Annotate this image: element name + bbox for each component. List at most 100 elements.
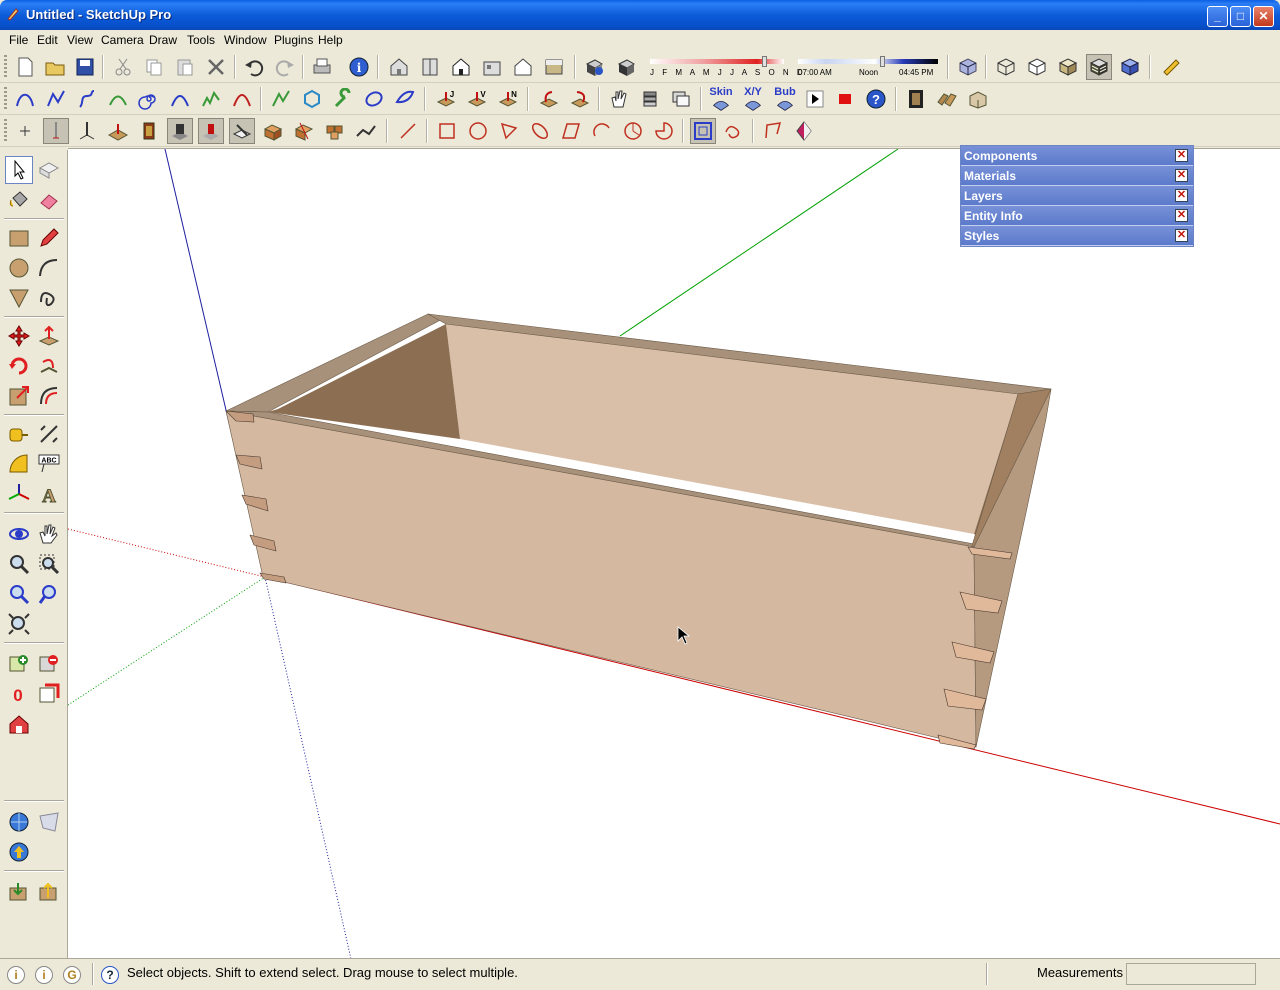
orbit-icon[interactable] [5, 520, 33, 548]
download-component-icon[interactable] [5, 878, 33, 906]
erase-icon[interactable] [203, 54, 229, 80]
extrude-j-icon[interactable]: J [433, 86, 459, 112]
credits-icon[interactable]: i [35, 966, 53, 984]
axes-icon[interactable] [5, 480, 33, 508]
shadow-time-slider[interactable]: 07:00 AM Noon 04:45 PM [796, 54, 942, 80]
paint-bucket-icon[interactable] [5, 186, 33, 214]
right-view-icon[interactable] [479, 54, 505, 80]
menu-draw[interactable]: Draw [149, 33, 177, 47]
menu-help[interactable]: Help [318, 33, 343, 47]
3d-text-icon[interactable]: A [35, 480, 63, 508]
new-icon[interactable] [12, 54, 38, 80]
menu-tools[interactable]: Tools [187, 33, 215, 47]
surface-point-icon[interactable] [105, 118, 131, 144]
catenary-icon[interactable] [229, 86, 255, 112]
monochrome-icon[interactable] [1117, 54, 1143, 80]
zoom-icon[interactable] [5, 550, 33, 578]
extrude-path-icon[interactable] [567, 86, 593, 112]
save-icon[interactable] [72, 54, 98, 80]
extrude-v-icon[interactable]: V [464, 86, 490, 112]
close-button[interactable]: ✕ [1253, 6, 1274, 27]
date-slider-thumb[interactable] [762, 56, 767, 67]
toolbar-grip[interactable] [4, 55, 7, 79]
toggle-terrain-icon[interactable]: 0 [5, 680, 33, 708]
chair-tool-icon[interactable] [167, 118, 193, 144]
freehand-curve-icon[interactable] [198, 86, 224, 112]
polygon-icon[interactable] [299, 86, 325, 112]
minimize-button[interactable]: _ [1207, 6, 1228, 27]
model-viewport[interactable] [68, 148, 1280, 958]
move-icon[interactable] [5, 322, 33, 350]
make-component-icon[interactable] [35, 156, 63, 184]
display-shadows-icon[interactable] [613, 54, 639, 80]
shadow-settings-icon[interactable] [581, 54, 607, 80]
segment-polyline-icon[interactable] [268, 86, 294, 112]
ellipse-draw-icon[interactable] [527, 118, 553, 144]
parallelogram-icon[interactable] [558, 118, 584, 144]
close-entity-info-icon[interactable]: ✕ [1175, 209, 1188, 222]
close-components-icon[interactable]: ✕ [1175, 149, 1188, 162]
previous-view-icon[interactable] [5, 580, 33, 608]
print-icon[interactable] [309, 54, 335, 80]
geolocation-icon[interactable]: i [7, 966, 25, 984]
bub-plugin-button[interactable]: Bub [770, 86, 800, 112]
rectangle-tool-icon[interactable] [5, 224, 33, 252]
scale-icon[interactable] [5, 382, 33, 410]
select-icon[interactable] [5, 156, 33, 184]
shaded-icon[interactable] [1055, 54, 1081, 80]
pie-icon[interactable] [651, 118, 677, 144]
toolbar-grip[interactable] [4, 87, 7, 111]
user-icon[interactable]: G [63, 966, 81, 984]
upload-model-icon[interactable] [5, 838, 33, 866]
layers-panel[interactable]: Layers ✕ [961, 186, 1193, 206]
back-view-icon[interactable] [510, 54, 536, 80]
close-materials-icon[interactable]: ✕ [1175, 169, 1188, 182]
tape-measure-plugin-icon[interactable] [1158, 54, 1184, 80]
play-icon[interactable] [802, 86, 828, 112]
help-plugin-icon[interactable]: ? [863, 86, 889, 112]
photo-textures-icon[interactable] [35, 680, 63, 708]
next-view-icon[interactable] [35, 580, 63, 608]
ellipse-icon[interactable] [361, 86, 387, 112]
toolbar-grip[interactable] [4, 119, 7, 143]
pan-hand-icon[interactable] [35, 520, 63, 548]
styles-panel[interactable]: Styles ✕ [961, 226, 1193, 246]
offset-icon[interactable] [690, 118, 716, 144]
measurements-input[interactable] [1126, 963, 1256, 985]
pin-tool-icon[interactable] [74, 118, 100, 144]
top-view-icon[interactable] [417, 54, 443, 80]
polygon-tool-icon[interactable] [5, 284, 33, 312]
shaded-textures-icon[interactable] [1086, 54, 1112, 80]
wooden-box-model[interactable] [225, 313, 1052, 750]
wood-planks-icon[interactable] [934, 86, 960, 112]
close-layers-icon[interactable]: ✕ [1175, 189, 1188, 202]
spiral-icon[interactable] [136, 86, 162, 112]
arc-tool-icon[interactable] [35, 254, 63, 282]
vertical-line-icon[interactable] [43, 118, 69, 144]
rotate-icon[interactable] [5, 352, 33, 380]
menu-view[interactable]: View [67, 33, 93, 47]
extrude-curve-icon[interactable] [536, 86, 562, 112]
curve-icon[interactable] [167, 86, 193, 112]
share-model-icon[interactable] [35, 808, 63, 836]
wrench-icon[interactable] [330, 86, 356, 112]
pencil-icon[interactable] [35, 224, 63, 252]
open-icon[interactable] [42, 54, 68, 80]
text-label-icon[interactable]: ABC [35, 450, 63, 478]
add-location-icon[interactable] [5, 650, 33, 678]
maximize-button[interactable]: □ [1230, 6, 1251, 27]
stack-tool-icon[interactable] [637, 86, 663, 112]
skin-plugin-button[interactable]: Skin [706, 86, 736, 112]
menu-camera[interactable]: Camera [101, 33, 144, 47]
drawing-canvas[interactable] [68, 149, 1280, 958]
clear-location-icon[interactable] [35, 650, 63, 678]
upload-component-icon[interactable] [35, 878, 63, 906]
block-tool-icon[interactable] [260, 118, 286, 144]
menu-file[interactable]: File [9, 33, 28, 47]
red-marker-icon[interactable] [198, 118, 224, 144]
door-tool-icon[interactable] [136, 118, 162, 144]
triangle-icon[interactable] [496, 118, 522, 144]
entity-info-panel[interactable]: Entity Info ✕ [961, 206, 1193, 226]
section-block-icon[interactable] [291, 118, 317, 144]
circle-icon[interactable] [465, 118, 491, 144]
